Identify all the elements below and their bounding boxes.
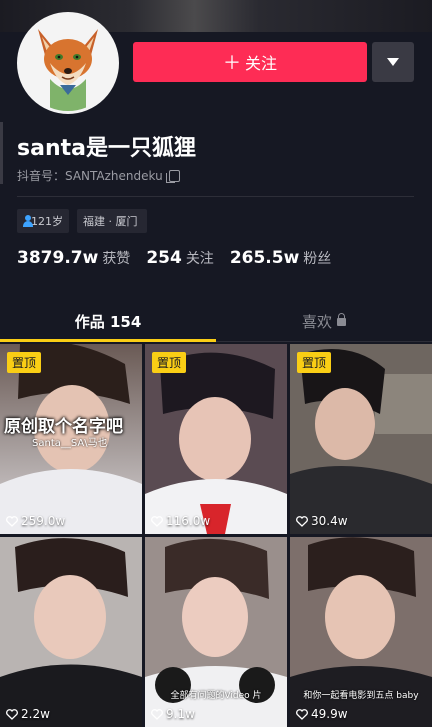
stat-likes[interactable]: 3879.7w 获赞 [17,248,130,268]
douyin-id: 抖音号：SANTAzhendeku [17,169,163,183]
copy-icon[interactable] [165,169,180,183]
video-like-count-value: 2.2w [21,707,50,721]
more-options-button[interactable] [372,42,414,82]
chevron-down-icon [387,58,399,66]
heart-icon [296,515,308,527]
plus-icon: ＋ [222,53,241,74]
video-thumbnail-1[interactable]: 置顶 原创取个名字吧 Santa__SA\马也 259.0w [0,344,142,534]
video-caption: 全部有问题的Video 片 [170,691,262,701]
video-like-count-value: 49.9w [311,707,348,721]
video-thumbnail-2[interactable]: 置顶 116.0w [145,344,287,534]
heart-icon [6,708,18,720]
video-thumbnail-4[interactable]: 2.2w [0,537,142,727]
location-tag-label: 福建 · 厦门 [83,215,138,228]
location-tag: 福建 · 厦门 [77,209,147,233]
video-like-count: 116.0w [151,514,210,528]
profile-tabs: 作品 154 喜欢 [0,300,432,342]
heart-icon [296,708,308,720]
video-thumbnail-image [0,537,142,727]
tab-likes[interactable]: 喜欢 [216,300,432,342]
tab-works[interactable]: 作品 154 [0,300,216,342]
stat-following[interactable]: 254 关注 [146,248,214,268]
video-like-count-value: 30.4w [311,514,348,528]
age-tag-label: 121岁 [31,215,63,228]
nickname: santa是一只狐狸 [17,136,196,161]
video-thumbnail-6[interactable]: 和你一起看电影到五点 baby 49.9w [290,537,432,727]
video-like-count: 49.9w [296,707,348,721]
stat-followers-label: 粉丝 [303,251,332,267]
fox-avatar-icon [20,15,116,111]
pinned-badge: 置顶 [7,352,42,373]
age-tag: 121岁 [17,209,69,233]
video-like-count-value: 259.0w [21,514,66,528]
video-like-count: 259.0w [6,514,65,528]
follow-button-label: 关注 [244,54,277,73]
video-grid: 置顶 原创取个名字吧 Santa__SA\马也 259.0w 置顶 116.0w [0,344,432,727]
pinned-badge: 置顶 [152,352,187,373]
video-overlay-subtitle: Santa__SA\马也 [32,438,108,449]
video-like-count: 2.2w [6,707,50,721]
nickname-accent-bar [0,122,3,184]
video-thumbnail-3[interactable]: 置顶 30.4w [290,344,432,534]
profile-stats: 3879.7w 获赞 254 关注 265.5w 粉丝 [17,248,347,268]
stat-likes-value: 3879.7w [17,248,99,268]
stat-followers[interactable]: 265.5w 粉丝 [230,248,331,268]
heart-icon [151,708,163,720]
tab-works-label: 作品 154 [74,312,142,331]
douyin-id-row: 抖音号：SANTAzhendeku [17,167,180,184]
video-like-count-value: 9.1w [166,707,195,721]
avatar[interactable] [17,12,119,114]
divider [17,196,414,197]
video-caption: 和你一起看电影到五点 baby [303,691,419,701]
person-icon [23,215,33,227]
stat-following-value: 254 [146,248,182,268]
video-thumbnail-5[interactable]: 全部有问题的Video 片 9.1w [145,537,287,727]
stat-likes-label: 获赞 [102,251,131,267]
video-like-count-value: 116.0w [166,514,211,528]
stat-following-label: 关注 [185,251,214,267]
lock-icon [337,313,346,326]
heart-icon [6,515,18,527]
heart-icon [151,515,163,527]
follow-button[interactable]: ＋ 关注 [133,42,367,82]
pinned-badge: 置顶 [297,352,332,373]
tab-likes-label: 喜欢 [301,312,332,331]
stat-followers-value: 265.5w [229,248,300,268]
video-like-count: 30.4w [296,514,348,528]
tab-active-indicator [0,339,216,342]
video-like-count: 9.1w [151,707,195,721]
